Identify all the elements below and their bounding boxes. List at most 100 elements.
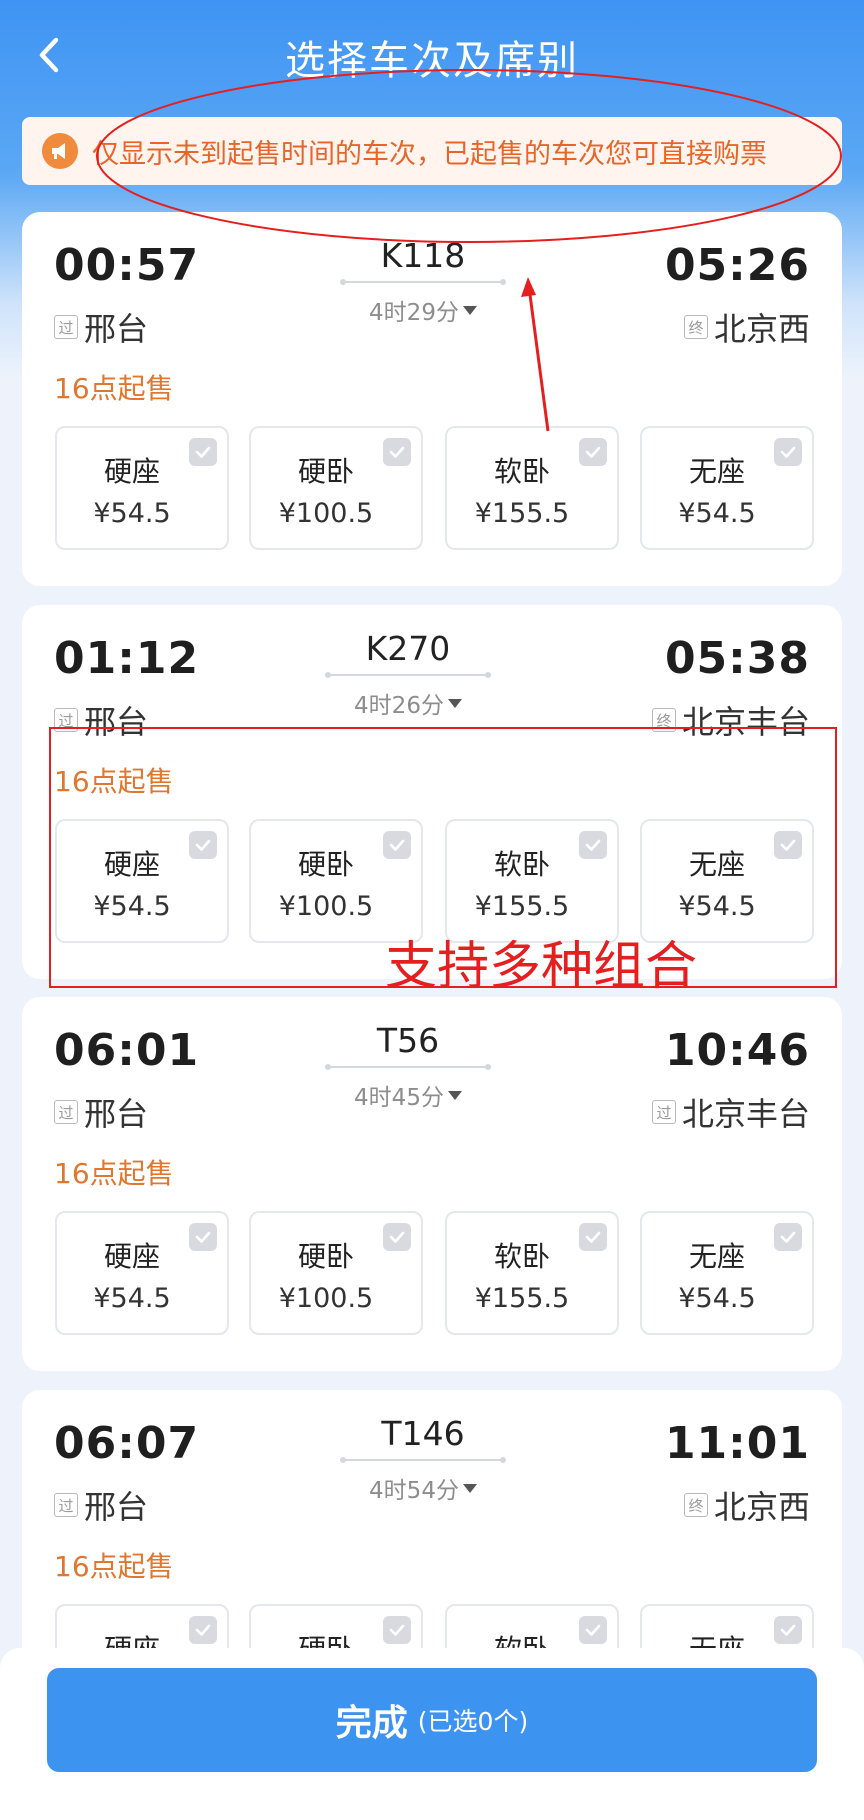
station-tag: 过 [54,1493,78,1517]
footer: 完成 (已选0个) [0,1648,864,1820]
train-info: K270 4时26分 [325,629,491,720]
station-tag: 终 [683,1493,708,1517]
seat-option[interactable]: 无座 ¥54.5 [640,426,814,550]
route-line [340,1457,506,1463]
page-title: 选择车次及席别 [285,38,579,84]
seat-type: 软卧 [493,1240,550,1273]
train-card: 01:12 过邢台 K270 4时26分 05:38 终北京丰台 16点起售 硬座 ¥54.5 硬… [22,605,842,979]
seat-price: ¥100.5 [278,891,374,922]
seat-type: 无座 [688,1240,745,1273]
arrival-station-row: 过北京丰台 [651,1089,810,1135]
duration-toggle[interactable]: 4时29分 [343,293,503,327]
station-tag: 过 [651,1100,676,1124]
seat-price: ¥100.5 [278,1283,374,1314]
seat-price: ¥54.5 [93,498,171,529]
arrival-station: 北京西 [713,1488,810,1526]
seat-price: ¥155.5 [474,891,570,922]
seat-price: ¥54.5 [93,1283,171,1314]
arrival-time: 10:46 [664,1025,810,1076]
departure-station-row: 过邢台 [54,697,148,743]
sale-time: 16点起售 [54,372,174,405]
train-info: K118 4时29分 [340,236,506,327]
departure-station: 邢台 [84,703,149,741]
station-tag: 终 [651,708,676,732]
seat-type: 无座 [688,848,745,881]
annotation-label: 支持多种组合 [385,937,698,997]
departure-time: 06:01 [54,1025,200,1076]
caret-down-icon [462,1483,477,1493]
station-tag: 终 [683,315,708,339]
seat-type: 软卧 [493,848,550,881]
seat-type: 硬卧 [297,848,354,881]
sale-time: 16点起售 [54,765,174,798]
seat-option[interactable]: 软卧 ¥155.5 [445,1211,619,1335]
departure-station: 邢台 [84,1095,149,1133]
seat-option[interactable]: 无座 ¥54.5 [640,1211,814,1335]
seat-price: ¥54.5 [678,891,756,922]
route-line [325,672,491,678]
station-tag: 过 [54,1100,78,1124]
duration-text: 4时29分 [369,300,459,326]
arrival-station-row: 终北京西 [683,304,810,350]
train-number: K118 [380,236,466,275]
seat-option[interactable]: 硬座 ¥54.5 [55,1211,229,1335]
seat-price: ¥54.5 [93,891,171,922]
seat-option[interactable]: 硬座 ¥54.5 [55,819,229,943]
duration-toggle[interactable]: 4时45分 [328,1078,488,1112]
caret-down-icon [447,1090,462,1100]
train-number: K270 [365,629,451,668]
duration-toggle[interactable]: 4时54分 [343,1471,503,1505]
arrival-station-row: 终北京丰台 [651,697,810,743]
done-button[interactable]: 完成 (已选0个) [47,1668,817,1772]
done-label: 完成 [335,1703,408,1744]
duration-text: 4时45分 [354,1085,444,1111]
seat-type: 硬卧 [297,455,354,488]
train-number: T146 [381,1414,465,1453]
departure-station: 邢台 [84,1488,149,1526]
duration-text: 4时54分 [369,1478,459,1504]
seat-type: 硬座 [103,455,160,488]
seat-option[interactable]: 硬卧 ¥100.5 [249,426,423,550]
train-card: 00:57 过邢台 K118 4时29分 05:26 终北京西 16点起售硬座 ¥54.5 硬卧… [22,212,842,586]
notice-text: 仅显示未到起售时间的车次，已起售的车次您可直接购票 [92,138,767,170]
route-line [340,279,506,285]
seat-price: ¥155.5 [474,1283,570,1314]
station-tag: 过 [54,315,78,339]
seat-option[interactable]: 软卧 ¥155.5 [445,426,619,550]
train-info: T146 4时54分 [340,1414,506,1505]
notice-bar: 仅显示未到起售时间的车次，已起售的车次您可直接购票 [22,117,842,185]
sale-time: 16点起售 [54,1157,174,1190]
megaphone-icon [42,133,78,169]
arrival-time: 05:38 [664,633,810,684]
arrival-time: 05:26 [664,240,810,291]
seat-option[interactable]: 硬座 ¥54.5 [55,426,229,550]
departure-time: 01:12 [54,633,200,684]
departure-station-row: 过邢台 [54,304,148,350]
seat-price: ¥54.5 [678,1283,756,1314]
departure-station-row: 过邢台 [54,1089,148,1135]
seat-type: 软卧 [493,455,550,488]
arrival-station: 北京丰台 [681,703,810,741]
train-card: 06:01 过邢台 T56 4时45分 10:46 过北京丰台 16点起售 硬座 ¥54.5 硬卧… [22,997,842,1371]
caret-down-icon [462,305,477,315]
departure-time: 00:57 [54,240,200,291]
sale-time: 16点起售 [54,1550,174,1583]
seat-price: ¥100.5 [278,498,374,529]
header: 选择车次及席别 [0,0,864,110]
seat-option[interactable]: 硬卧 ¥100.5 [249,1211,423,1335]
seat-type: 硬卧 [297,1240,354,1273]
departure-station: 邢台 [84,310,149,348]
arrival-time: 11:01 [664,1418,810,1469]
seat-type: 硬座 [103,848,160,881]
caret-down-icon [447,698,462,708]
duration-text: 4时26分 [354,693,444,719]
station-tag: 过 [54,708,78,732]
train-info: T56 4时45分 [325,1021,491,1112]
seat-type: 硬座 [103,1240,160,1273]
arrival-station-row: 终北京西 [683,1482,810,1528]
duration-toggle[interactable]: 4时26分 [328,686,488,720]
seat-type: 无座 [688,455,745,488]
departure-time: 06:07 [54,1418,200,1469]
train-number: T56 [376,1021,440,1060]
arrival-station: 北京丰台 [681,1095,810,1133]
